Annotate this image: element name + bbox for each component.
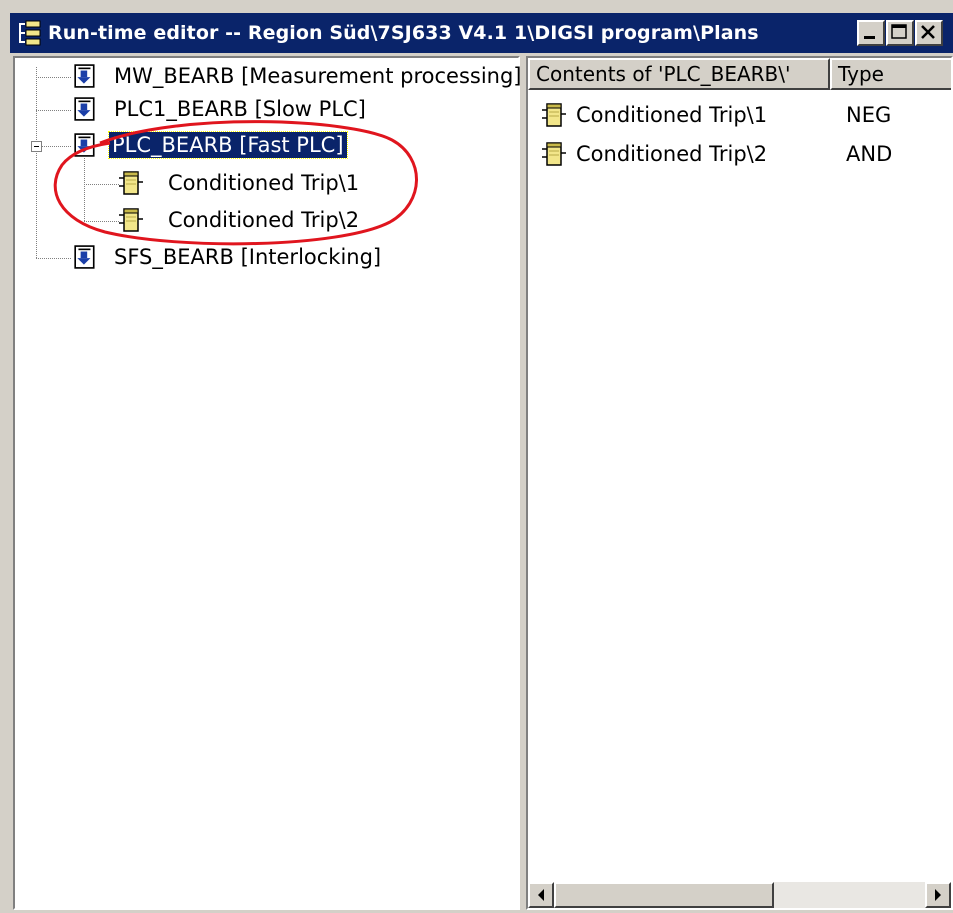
tree-item-plc-bearb[interactable]: PLC_BEARB [Fast PLC]: [73, 131, 348, 159]
close-icon: [921, 25, 935, 39]
function-block-icon: [119, 170, 143, 196]
item-name: Conditioned Trip\1: [576, 103, 768, 127]
tree-item-label: PLC_BEARB [Fast PLC]: [108, 131, 348, 159]
arrow-right-icon: [935, 889, 941, 901]
item-name: Conditioned Trip\2: [576, 142, 768, 166]
tree-item-label: MW_BEARB [Measurement processing]: [114, 64, 522, 88]
maximize-button[interactable]: [886, 20, 914, 46]
tree-connector: [36, 67, 37, 258]
tree-connector: [42, 146, 71, 147]
plan-icon: [73, 245, 97, 269]
column-header-type[interactable]: Type: [830, 58, 951, 90]
tree-item-sfs-bearb[interactable]: SFS_BEARB [Interlocking]: [73, 244, 384, 270]
minimize-icon: [864, 36, 875, 39]
tree-item-plc1-bearb[interactable]: PLC1_BEARB [Slow PLC]: [73, 96, 369, 122]
title-bar[interactable]: Run-time editor -- Region Süd\7SJ633 V4.…: [10, 13, 953, 53]
item-type: AND: [846, 142, 893, 166]
scrollbar-thumb[interactable]: [554, 882, 774, 908]
tree-item-label: Conditioned Trip\1: [168, 171, 360, 195]
maximize-icon: [891, 24, 907, 39]
tree-item-label: SFS_BEARB [Interlocking]: [114, 245, 382, 269]
window-title: Run-time editor -- Region Süd\7SJ633 V4.…: [48, 22, 759, 44]
column-header-contents[interactable]: Contents of 'PLC_BEARB\': [528, 58, 830, 90]
plan-icon: [73, 97, 97, 121]
plan-icon: [73, 133, 97, 157]
tree-item-mw-bearb[interactable]: MW_BEARB [Measurement processing]: [73, 63, 525, 89]
tree-structure-icon: [19, 20, 41, 46]
tree-item-conditioned-trip-2[interactable]: Conditioned Trip\2: [119, 207, 362, 233]
horizontal-scrollbar[interactable]: [528, 882, 951, 908]
run-time-editor-window: Run-time editor -- Region Süd\7SJ633 V4.…: [0, 0, 953, 913]
collapse-toggle[interactable]: [31, 141, 42, 152]
tree-connector: [84, 184, 119, 185]
contents-list-pane[interactable]: Contents of 'PLC_BEARB\' Type Conditione…: [526, 56, 953, 910]
plan-tree-pane[interactable]: MW_BEARB [Measurement processing] PLC1_B…: [13, 56, 522, 910]
function-block-icon: [542, 141, 566, 167]
list-item[interactable]: Conditioned Trip\1 NEG: [528, 102, 951, 128]
tree-connector: [84, 158, 85, 221]
tree-connector: [84, 221, 119, 222]
tree-connector: [36, 258, 71, 259]
scroll-left-button[interactable]: [528, 882, 554, 908]
function-block-icon: [119, 207, 143, 233]
close-button[interactable]: [915, 20, 943, 46]
tree-item-label: PLC1_BEARB [Slow PLC]: [114, 97, 366, 121]
tree-connector: [36, 77, 71, 78]
scroll-right-button[interactable]: [925, 882, 951, 908]
tree-connector: [36, 110, 71, 111]
tree-item-label: Conditioned Trip\2: [168, 208, 360, 232]
item-type: NEG: [846, 103, 892, 127]
plan-icon: [73, 64, 97, 88]
function-block-icon: [542, 102, 566, 128]
list-item[interactable]: Conditioned Trip\2 AND: [528, 141, 951, 167]
minimize-button[interactable]: [857, 20, 885, 46]
arrow-left-icon: [538, 889, 544, 901]
tree-item-conditioned-trip-1[interactable]: Conditioned Trip\1: [119, 170, 362, 196]
